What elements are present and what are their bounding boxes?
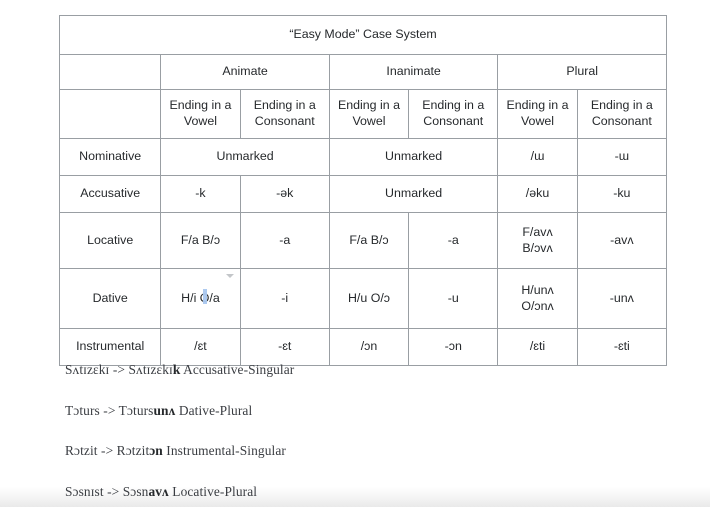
example-gloss-2: Dative-Plural: [175, 402, 253, 418]
cell-accusative-plural-vowel: /əku: [497, 175, 578, 213]
cell-nominative-plural-vowel: /ɯ: [497, 138, 578, 176]
example-list: Sʌtɪzɛkɪ -> Sʌtɪzɛkɪk Accusative-Singula…: [65, 362, 625, 524]
cell-dative-animate-vowel-text: H/i O/a: [181, 290, 220, 305]
cell-instrumental-plural-consonant: -ɛti: [576, 328, 668, 366]
page-canvas: “Easy Mode” Case System Animate Inanimat…: [0, 0, 710, 507]
subheader-plural-consonant: Ending in a Consonant: [576, 89, 668, 139]
example-gloss-4: Locative-Plural: [168, 483, 258, 499]
cell-locative-plural-vowel-line2: B/ɔvʌ: [522, 240, 553, 255]
table-row: Locative F/a B/ɔ -a F/a B/ɔ -a F/avʌ B/ɔ…: [58, 212, 668, 269]
subheader-inanimate-consonant: Ending in a Consonant: [408, 89, 499, 139]
row-label-dative: Dative: [58, 268, 162, 329]
cell-locative-plural-vowel-line1: F/avʌ: [522, 224, 553, 239]
chevron-down-icon[interactable]: [225, 274, 234, 278]
row-label-nominative: Nominative: [58, 138, 162, 176]
cell-accusative-inanimate: Unmarked: [328, 175, 499, 213]
case-system-table: “Easy Mode” Case System Animate Inanimat…: [58, 15, 668, 366]
cell-dative-inanimate-vowel: H/u O/ɔ: [328, 268, 410, 329]
subheader-animate-vowel: Ending in a Vowel: [160, 89, 241, 139]
subheader-animate-consonant: Ending in a Consonant: [239, 89, 330, 139]
example-base-1: Sʌtɪzɛkɪ -> Sʌtɪzɛkɪ: [65, 362, 173, 377]
cell-accusative-plural-consonant: -ku: [576, 175, 668, 213]
text-selection-caret: [203, 288, 208, 304]
cell-instrumental-plural-vowel: /ɛti: [497, 328, 578, 366]
cell-dative-animate-consonant: -i: [239, 268, 330, 329]
list-item: Rɔtzit -> Rɔtzitɔn Instrumental-Singular: [65, 443, 625, 459]
cell-instrumental-animate-consonant: -ɛt: [239, 328, 330, 366]
cell-dative-plural-vowel-line1: H/unʌ: [521, 282, 554, 297]
example-gloss-3: Instrumental-Singular: [162, 443, 286, 458]
cell-nominative-plural-consonant: -ɯ: [576, 138, 668, 176]
table-group-header-row: Animate Inanimate Plural: [58, 54, 667, 90]
group-header-plural: Plural: [497, 54, 667, 90]
group-header-corner-blank: [58, 54, 162, 90]
cell-nominative-animate: Unmarked: [160, 138, 330, 176]
list-item: Sɔsnɪst -> Sɔsnavʌ Locative-Plural: [65, 484, 625, 500]
cell-nominative-inanimate: Unmarked: [328, 138, 499, 176]
example-base-3: Rɔtzit -> Rɔtzit: [65, 443, 150, 458]
cell-locative-animate-consonant: -a: [239, 212, 330, 269]
cell-locative-inanimate-vowel: F/a B/ɔ: [328, 212, 410, 269]
row-label-locative: Locative: [58, 212, 162, 269]
table-row: Instrumental /ɛt -ɛt /ɔn -ɔn /ɛti -ɛti: [58, 328, 668, 366]
cell-locative-plural-vowel: F/avʌ B/ɔvʌ: [497, 212, 578, 269]
cell-dative-plural-vowel-line2: O/ɔnʌ: [521, 298, 554, 313]
table-title: “Easy Mode” Case System: [59, 15, 667, 55]
example-affix-4: avʌ: [148, 483, 169, 499]
subheader-inanimate-vowel: Ending in a Vowel: [328, 89, 410, 139]
example-affix-2: unʌ: [153, 402, 176, 418]
example-base-4: Sɔsnɪst -> Sɔsn: [65, 483, 149, 499]
example-affix-3: ɔn: [149, 443, 163, 458]
row-label-accusative: Accusative: [58, 175, 162, 213]
group-header-animate: Animate: [160, 54, 330, 90]
cell-dative-inanimate-consonant: -u: [408, 268, 499, 329]
cell-instrumental-animate-vowel: /ɛt: [160, 328, 241, 366]
table-row: Accusative -k -ək Unmarked /əku -ku: [58, 175, 668, 213]
subheader-corner-blank: [58, 89, 162, 139]
row-label-instrumental: Instrumental: [58, 328, 162, 366]
list-item: Sʌtɪzɛkɪ -> Sʌtɪzɛkɪk Accusative-Singula…: [65, 362, 625, 378]
cell-instrumental-inanimate-vowel: /ɔn: [328, 328, 410, 366]
table-subheader-row: Ending in a Vowel Ending in a Consonant …: [58, 89, 668, 139]
cell-locative-plural-consonant: -avʌ: [576, 212, 668, 269]
table-title-row: “Easy Mode” Case System: [59, 15, 667, 55]
cell-locative-inanimate-consonant: -a: [408, 212, 499, 269]
cell-locative-animate-vowel: F/a B/ɔ: [160, 212, 241, 269]
table-row: Nominative Unmarked Unmarked /ɯ -ɯ: [58, 138, 668, 176]
group-header-inanimate: Inanimate: [328, 54, 499, 90]
table-row: Dative H/i O/a -i H/u O/ɔ -u H/unʌ O/ɔnʌ…: [58, 268, 668, 329]
cell-accusative-animate-vowel: -k: [160, 175, 241, 213]
cell-dative-plural-vowel: H/unʌ O/ɔnʌ: [497, 268, 578, 329]
cell-accusative-animate-consonant: -ək: [239, 175, 330, 213]
cell-instrumental-inanimate-consonant: -ɔn: [408, 328, 499, 366]
example-gloss-1: Accusative-Singular: [180, 362, 295, 377]
cell-dative-plural-consonant: -unʌ: [576, 268, 668, 329]
subheader-plural-vowel: Ending in a Vowel: [497, 89, 578, 139]
list-item: Tɔturs -> Tɔtursunʌ Dative-Plural: [65, 403, 625, 419]
cell-dative-animate-vowel[interactable]: H/i O/a: [160, 268, 241, 329]
example-base-2: Tɔturs -> Tɔturs: [65, 402, 154, 418]
